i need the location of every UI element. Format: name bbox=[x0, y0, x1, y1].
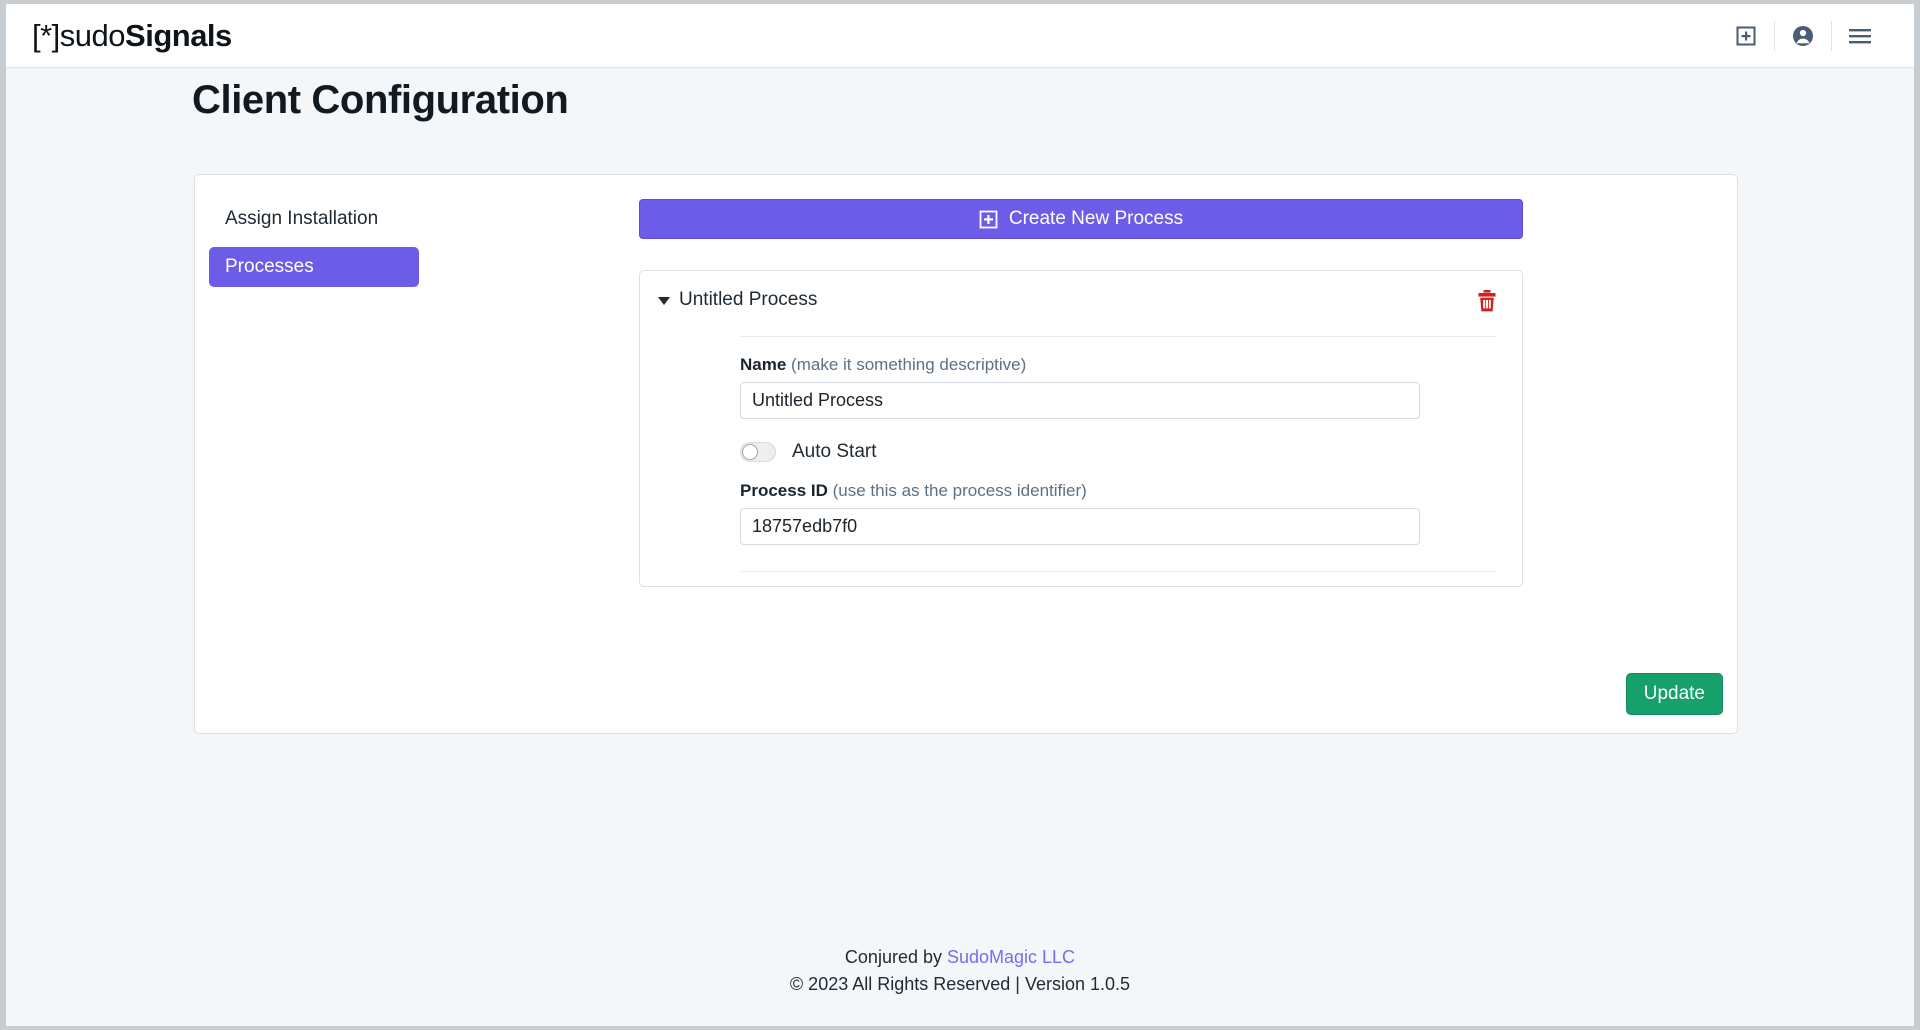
add-square-icon[interactable] bbox=[1718, 16, 1774, 56]
app-header: [*] sudo Signals bbox=[6, 4, 1914, 68]
brand-name-light: sudo bbox=[59, 18, 126, 53]
plus-square-icon bbox=[979, 210, 998, 229]
name-label-text: Name bbox=[740, 355, 787, 374]
auto-start-label: Auto Start bbox=[792, 441, 877, 462]
name-field-label: Name (make it something descriptive) bbox=[740, 355, 1496, 375]
process-id-input[interactable] bbox=[740, 508, 1420, 545]
footer-credit-line: Conjured by SudoMagic LLC bbox=[6, 944, 1914, 971]
process-footer-divider bbox=[740, 571, 1496, 572]
sudomagic-link[interactable]: SudoMagic LLC bbox=[947, 947, 1075, 967]
page-title: Client Configuration bbox=[192, 78, 569, 122]
processes-panel: Create New Process Untitled Process Name… bbox=[639, 199, 1523, 587]
footer-copyright-line: © 2023 All Rights Reserved | Version 1.0… bbox=[789, 974, 1131, 994]
sidebar-item-assign-installation[interactable]: Assign Installation bbox=[209, 199, 419, 239]
page-footer: Conjured by SudoMagic LLC © 2023 All Rig… bbox=[6, 944, 1914, 998]
process-id-field-label: Process ID (use this as the process iden… bbox=[740, 481, 1496, 501]
process-id-label-hint: (use this as the process identifier) bbox=[832, 481, 1087, 500]
update-button[interactable]: Update bbox=[1625, 673, 1723, 715]
account-icon[interactable] bbox=[1775, 16, 1831, 56]
header-icon-group bbox=[1718, 4, 1888, 67]
name-input[interactable] bbox=[740, 382, 1420, 419]
process-card-header: Untitled Process bbox=[658, 287, 1504, 318]
create-new-process-label: Create New Process bbox=[1008, 208, 1184, 229]
auto-start-row: Auto Start bbox=[740, 441, 1496, 463]
auto-start-toggle-knob bbox=[742, 444, 758, 460]
chevron-down-icon bbox=[658, 297, 670, 305]
create-new-process-button[interactable]: Create New Process bbox=[639, 199, 1523, 239]
config-sidenav: Assign Installation Processes bbox=[209, 199, 629, 295]
process-form: Name (make it something descriptive) Aut… bbox=[658, 355, 1504, 545]
brand-bracket-mark: [*] bbox=[32, 18, 60, 53]
hamburger-menu-icon[interactable] bbox=[1832, 16, 1888, 56]
brand-logo[interactable]: [*] sudo Signals bbox=[32, 20, 232, 51]
trash-icon[interactable] bbox=[1476, 287, 1504, 318]
process-id-label-text: Process ID bbox=[740, 481, 828, 500]
configuration-card: Assign Installation Processes Create New… bbox=[194, 174, 1738, 734]
process-disclosure-toggle[interactable]: Untitled Process bbox=[658, 287, 817, 311]
app-window: [*] sudo Signals Client Configuration As… bbox=[0, 0, 1920, 1030]
process-header-divider bbox=[740, 336, 1496, 337]
footer-credit-prefix: Conjured by bbox=[844, 947, 947, 967]
process-card-title: Untitled Process bbox=[679, 289, 818, 310]
brand-name-bold: Signals bbox=[125, 18, 232, 53]
auto-start-toggle[interactable] bbox=[740, 442, 776, 462]
name-label-hint: (make it something descriptive) bbox=[791, 355, 1027, 374]
process-card: Untitled Process Name (make it something… bbox=[639, 270, 1523, 587]
sidebar-item-processes[interactable]: Processes bbox=[209, 247, 419, 287]
